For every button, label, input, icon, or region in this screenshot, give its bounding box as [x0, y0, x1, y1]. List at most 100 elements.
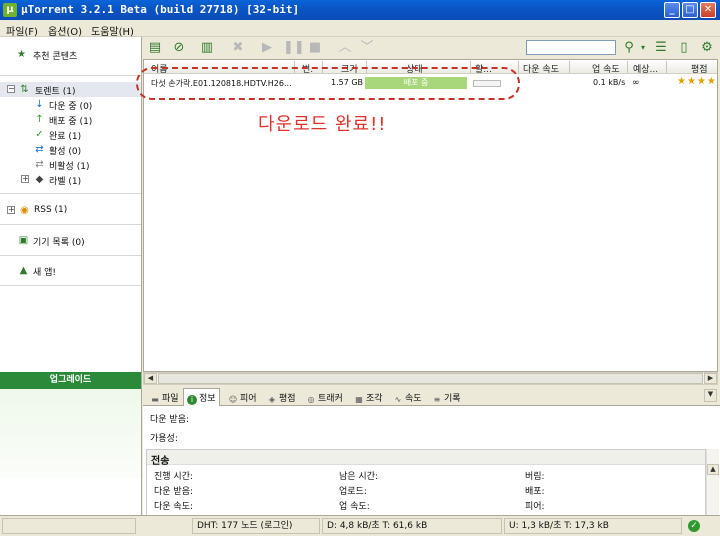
download-status[interactable]: D: 4,8 kB/초 T: 61,6 kB — [322, 518, 502, 534]
search-input[interactable] — [526, 40, 616, 55]
speed-graph-icon: ∿ — [394, 395, 402, 404]
arrow-down-icon: ↓ — [35, 99, 44, 110]
menu-options[interactable]: 옵션(O) — [48, 23, 82, 38]
menu-help[interactable]: 도움말(H) — [91, 23, 134, 38]
up-speed-label: 업 속도: — [339, 502, 370, 512]
menu-file[interactable]: 파일(F) — [6, 23, 38, 38]
sidebar-item-devices[interactable]: ▣ 기기 목록 (0) — [0, 233, 141, 248]
sidebar-item-featured[interactable]: ★ 추천 콘텐츠 — [0, 47, 141, 62]
stop-icon[interactable]: ■ — [307, 40, 323, 56]
expand-icon[interactable]: + — [21, 175, 29, 183]
divider — [0, 224, 141, 225]
sidebar-item-label: 추천 콘텐츠 — [33, 52, 78, 62]
divider — [0, 285, 141, 286]
peers-label: 피어: — [525, 502, 545, 512]
move-up-icon[interactable]: ︿ — [337, 40, 353, 56]
checkmark-icon: ✓ — [35, 129, 44, 140]
transfer-section: 전송 진행 시간: 남은 시간: 버림: 다운 받음: 업로드: 배포: 다운 … — [146, 449, 706, 515]
tab-peers[interactable]: ☺ 피어 — [224, 388, 261, 405]
trackers-icon: ◎ — [307, 395, 315, 404]
sidebar-item-downloading[interactable]: ↓ 다운 중 (0) — [0, 97, 141, 112]
peers-icon: ☺ — [228, 395, 238, 404]
chevron-down-icon[interactable]: ▾ — [635, 40, 651, 56]
sidebar-item-seeding[interactable]: ↑ 배포 중 (1) — [0, 112, 141, 127]
tab-info[interactable]: i 정보 — [183, 388, 220, 407]
sidebar-item-labels[interactable]: + ◆ 라벨 (1) — [0, 172, 141, 187]
list-view-icon[interactable]: ☰ — [653, 40, 669, 56]
upload-status[interactable]: U: 1,3 kB/초 T: 17,3 kB — [504, 518, 682, 534]
pause-icon[interactable]: ❚❚ — [283, 40, 305, 56]
rating-stars[interactable]: ★★★★ — [677, 76, 717, 87]
label-tag-icon: ◆ — [35, 174, 44, 185]
rss-icon: ◉ — [20, 205, 29, 216]
sidebar-item-label: 비활성 (1) — [49, 162, 90, 172]
collapse-panel-icon[interactable]: ▼ — [704, 389, 717, 402]
divider — [0, 255, 141, 256]
upgrade-button[interactable]: 업그레이드 — [0, 372, 141, 389]
tab-pieces[interactable]: ▦ 조각 — [350, 388, 387, 405]
annotation-text: 다운로드 완료!! — [258, 114, 387, 135]
sidebar-item-torrents[interactable]: − ⇅ 토렌트 (1) — [0, 82, 141, 97]
remove-icon[interactable]: ✖ — [230, 40, 246, 56]
status-bar: DHT: 177 노드 (로그인) D: 4,8 kB/초 T: 61,6 kB… — [0, 515, 720, 536]
settings-gear-icon[interactable]: ⚙ — [699, 40, 715, 56]
sidebar-item-label: 다운 중 (0) — [49, 102, 93, 112]
network-ok-icon[interactable]: ✓ — [688, 520, 700, 532]
tab-ratings[interactable]: ◈ 평점 — [263, 388, 300, 405]
inactive-arrows-icon: ⇄ — [35, 159, 44, 170]
scroll-left-icon[interactable]: ◀ — [144, 373, 157, 384]
sidebar-item-label: 완료 (1) — [49, 132, 82, 142]
scroll-up-icon[interactable]: ▲ — [707, 464, 719, 475]
downloaded-stat-label: 다운 받음: — [154, 487, 194, 497]
divider — [0, 193, 141, 194]
start-icon[interactable]: ▶ — [259, 40, 275, 56]
downloaded-label: 다운 받음: — [150, 415, 190, 425]
collapse-icon[interactable]: − — [7, 85, 15, 93]
sidebar-item-label: 배포 중 (1) — [49, 117, 93, 127]
tab-files[interactable]: ▬ 파일 — [146, 388, 183, 405]
sidebar-item-inactive[interactable]: ⇄ 비활성 (1) — [0, 157, 141, 172]
column-eta[interactable]: 예상... — [633, 62, 658, 75]
sidebar-item-apps[interactable]: ▲ 새 앱! — [0, 263, 141, 278]
title-bar: µ µTorrent 3.2.1 Beta (build 27718) [32-… — [0, 0, 720, 20]
expand-icon[interactable]: + — [7, 206, 15, 214]
transfer-title: 전송 — [147, 450, 705, 467]
vertical-scrollbar[interactable]: ▲ — [706, 449, 719, 515]
sidebar-item-active[interactable]: ⇄ 활성 (0) — [0, 142, 141, 157]
torrent-up-speed: 0.1 kB/s — [593, 78, 626, 87]
column-rating[interactable]: 평점 — [691, 62, 708, 75]
folder-icon: ▬ — [151, 395, 159, 404]
sidebar-item-label: 토렌트 (1) — [35, 87, 76, 97]
close-button[interactable]: ✕ — [700, 2, 716, 18]
tab-log[interactable]: ≡ 기록 — [428, 388, 465, 405]
window-title: µTorrent 3.2.1 Beta (build 27718) [32-bi… — [21, 3, 300, 16]
tab-trackers[interactable]: ◎ 트래커 — [302, 388, 347, 405]
create-torrent-icon[interactable]: ▥ — [199, 40, 215, 56]
availability-label: 가용성: — [150, 434, 178, 444]
tab-speed[interactable]: ∿ 속도 — [389, 388, 426, 405]
pieces-icon: ▦ — [355, 395, 363, 404]
add-url-icon[interactable]: ⊘ — [171, 40, 187, 56]
remote-icon[interactable]: ▯ — [676, 40, 692, 56]
column-down-speed[interactable]: 다운 속도 — [523, 62, 559, 75]
ratings-icon: ◈ — [268, 395, 276, 404]
scroll-right-icon[interactable]: ▶ — [704, 373, 717, 384]
log-icon: ≡ — [433, 395, 441, 404]
sidebar-item-label: 활성 (0) — [49, 147, 82, 157]
scroll-thumb[interactable] — [158, 373, 703, 384]
maximize-button[interactable]: □ — [682, 2, 698, 18]
sidebar-item-completed[interactable]: ✓ 완료 (1) — [0, 127, 141, 142]
minimize-button[interactable]: _ — [664, 2, 680, 18]
arrow-up-icon: ↑ — [35, 114, 44, 125]
column-up-speed[interactable]: 업 속도 — [592, 62, 620, 75]
dht-status[interactable]: DHT: 177 노드 (로그인) — [192, 518, 320, 534]
detail-panel: 다운 받음: 가용성: 전송 진행 시간: 남은 시간: 버림: 다운 받음: … — [143, 406, 720, 515]
detail-tabs: ▬ 파일 i 정보 ☺ 피어 ◈ 평점 ◎ 트래커 ▦ 조각 ∿ 속도 ≡ 기록 ▼ — [143, 386, 720, 407]
sidebar-item-rss[interactable]: + ◉ RSS (1) — [0, 203, 141, 218]
move-down-icon[interactable]: ﹀ — [359, 40, 375, 56]
wasted-label: 버림: — [525, 472, 545, 482]
add-torrent-icon[interactable]: ▤ — [147, 40, 163, 56]
divider — [0, 75, 141, 76]
horizontal-scrollbar[interactable]: ◀ ▶ — [143, 372, 718, 385]
apps-icon: ▲ — [19, 265, 28, 276]
